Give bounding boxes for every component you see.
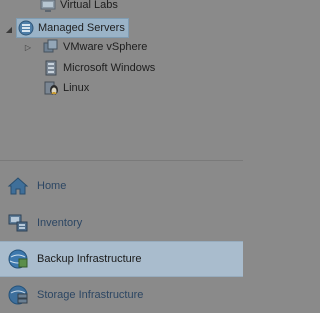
virtual-labs-icon — [40, 0, 56, 12]
tree-item-microsoft-windows[interactable]: Microsoft Windows — [43, 58, 155, 78]
tree-item-label: Managed Servers — [38, 22, 125, 34]
nav-item-label: Home — [37, 180, 67, 192]
backup-infrastructure-icon — [8, 249, 28, 269]
home-icon — [7, 177, 29, 195]
nav-item-storage-infrastructure[interactable]: Storage Infrastructure — [0, 277, 243, 313]
linux-icon — [44, 81, 58, 95]
nav-item-inventory[interactable]: Inventory — [0, 205, 243, 241]
pane-divider — [0, 160, 243, 161]
nav-item-home[interactable]: Home — [0, 168, 243, 204]
tree-item-label: Virtual Labs — [60, 0, 118, 11]
managed-servers-icon — [18, 20, 34, 36]
vmware-vsphere-icon — [43, 39, 58, 53]
inventory-tree: Virtual Labs ◢ Managed Servers ▷ VMware … — [0, 0, 243, 160]
nav-item-label: Backup Infrastructure — [37, 253, 142, 265]
tree-item-virtual-labs[interactable]: Virtual Labs — [40, 0, 118, 15]
nav-item-label: Inventory — [37, 217, 83, 229]
tree-item-label: Linux — [63, 82, 90, 94]
tree-item-vmware-vsphere[interactable]: VMware vSphere — [43, 37, 147, 57]
nav-item-backup-infrastructure[interactable]: Backup Infrastructure — [0, 241, 243, 277]
nav-item-label: Storage Infrastructure — [37, 289, 144, 301]
tree-item-label: Microsoft Windows — [63, 62, 156, 74]
microsoft-windows-icon — [45, 60, 57, 76]
inventory-icon — [8, 214, 28, 232]
tree-item-linux[interactable]: Linux — [43, 78, 89, 98]
storage-infrastructure-icon — [8, 285, 28, 305]
collapse-triangle-icon[interactable]: ◢ — [4, 24, 14, 34]
tree-item-managed-servers[interactable]: Managed Servers — [16, 18, 129, 38]
tree-item-label: VMware vSphere — [63, 41, 148, 53]
expand-triangle-icon[interactable]: ▷ — [23, 42, 33, 52]
